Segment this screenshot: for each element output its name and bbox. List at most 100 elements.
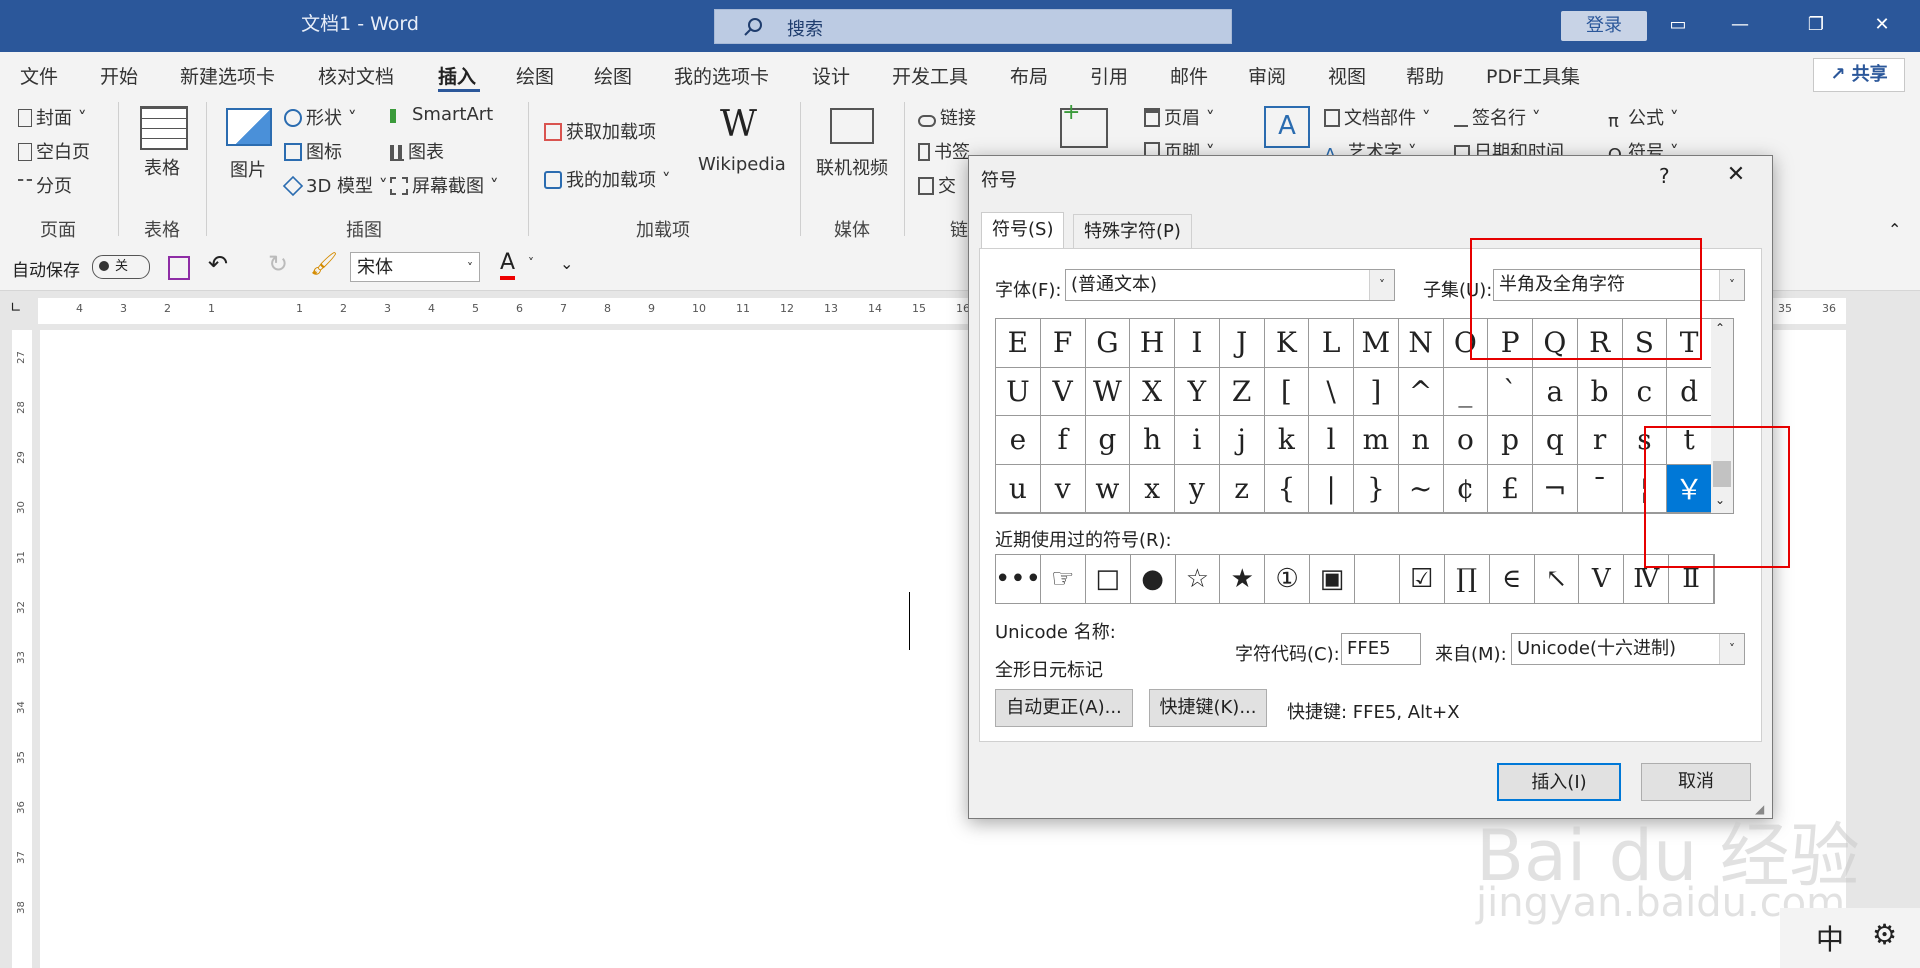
tab-draw-1[interactable]: 绘图 [516,62,554,89]
tab-references[interactable]: 引用 [1090,62,1128,89]
symbol-cell[interactable]: x [1130,464,1175,513]
symbol-cell[interactable]: { [1264,464,1310,513]
symbol-cell[interactable]: ¢ [1443,464,1489,513]
tab-design[interactable]: 设计 [812,62,850,89]
share-button[interactable]: ↗ 共享 [1813,58,1905,92]
icons-button[interactable]: 图标 [284,138,342,164]
wikipedia-icon[interactable]: W [720,104,757,145]
symbol-cell[interactable]: z [1219,464,1265,513]
symbol-cell[interactable]: V [1040,367,1086,416]
search-box[interactable]: 搜索 [714,9,1232,44]
symbol-cell[interactable]: i [1175,416,1220,465]
symbol-cell[interactable]: c [1622,367,1668,416]
close-dialog-icon[interactable]: ✕ [1721,162,1751,190]
shortcut-key-button[interactable]: 快捷键(K)... [1149,689,1267,727]
signature-button[interactable]: 签名行 ˅ [1454,104,1541,130]
symbol-cell[interactable]: ~ [1398,464,1444,513]
format-painter-icon[interactable]: 🖌 [310,252,338,277]
screenshot-button[interactable]: 屏幕截图 ˅ [390,172,499,198]
wikipedia-label[interactable]: Wikipedia [698,154,786,175]
symbol-cell[interactable]: Y [1175,367,1220,416]
tab-file[interactable]: 文件 [20,62,58,89]
close-window-icon[interactable]: ✕ [1864,10,1900,40]
symbol-cell[interactable]: f [1040,416,1086,465]
autosave-toggle[interactable]: 关 [92,255,150,279]
symbol-cell[interactable]: b [1577,367,1623,416]
login-button[interactable]: 登录 [1561,11,1647,41]
undo-icon[interactable]: ↶ [208,250,228,278]
font-color-icon[interactable]: A [500,250,516,280]
symbol-cell[interactable]: u [996,464,1041,513]
scroll-up-icon[interactable]: ⌃ [1715,321,1725,335]
symbol-cell[interactable]: ` [1488,367,1533,416]
symbol-cell[interactable]: J [1219,319,1265,368]
symbol-cell[interactable]: e [996,416,1041,465]
symbol-cell[interactable]: a [1533,367,1578,416]
settings-gear-icon[interactable]: ⚙ [1872,918,1897,951]
font-color-dropdown-icon[interactable]: ˅ [528,256,534,270]
symbol-cell[interactable]: j [1219,416,1265,465]
page-break-button[interactable]: 分页 [18,172,72,198]
symbol-cell[interactable]: } [1354,464,1399,513]
tab-selector[interactable]: ∟ [10,300,30,320]
symbol-cell[interactable]: p [1488,416,1533,465]
symbol-cell[interactable]: H [1130,319,1175,368]
recent-symbol-cell[interactable]: ☑ [1400,555,1445,603]
symbol-cell[interactable]: G [1085,319,1131,368]
font-name-select[interactable]: 宋体 ˅ [350,252,480,282]
smartart-button[interactable]: SmartArt [390,104,493,125]
tab-special-chars[interactable]: 特殊字符(P) [1073,214,1192,250]
header-button[interactable]: 页眉 ˅ [1144,104,1215,130]
cover-button[interactable]: 封面 ˅ [18,104,87,130]
symbol-cell[interactable]: L [1309,319,1354,368]
model3d-button[interactable]: 3D 模型 ˅ [282,172,388,198]
recent-symbol-cell[interactable]: ① [1265,555,1311,603]
online-video-icon[interactable] [830,108,874,144]
recent-symbol-cell[interactable]: ↖ [1535,555,1580,603]
chart-button[interactable]: 图表 [390,138,444,164]
symbol-cell[interactable]: F [1040,319,1086,368]
symbol-cell[interactable]: K [1264,319,1310,368]
recent-symbol-cell[interactable]: ☆ [1176,555,1221,603]
symbol-cell[interactable]: E [996,319,1041,368]
recent-symbol-cell[interactable]: ••• [996,555,1041,603]
recent-symbol-cell[interactable]: □ [1086,555,1131,603]
ime-mode[interactable]: 中 [1816,918,1844,958]
recent-symbol-cell[interactable]: Ⅴ [1579,555,1625,603]
symbol-cell[interactable]: _ [1443,367,1489,416]
symbol-cell[interactable]: o [1443,416,1489,465]
recent-symbol-cell[interactable]: ● [1131,555,1176,603]
tab-home[interactable]: 开始 [100,62,138,89]
get-addins-button[interactable]: 获取加载项 [544,118,656,144]
tab-new[interactable]: 新建选项卡 [180,62,275,89]
symbol-cell[interactable]: w [1085,464,1131,513]
help-button[interactable]: ? [1659,164,1670,188]
symbol-cell[interactable]: v [1040,464,1086,513]
autocorrect-button[interactable]: 自动更正(A)... [995,689,1133,727]
quick-parts-button[interactable]: 文档部件 ˅ [1324,104,1431,130]
symbol-cell[interactable]: h [1130,416,1175,465]
tab-draw-2[interactable]: 绘图 [594,62,632,89]
from-select[interactable]: Unicode(十六进制) ˅ [1511,633,1745,665]
recent-symbol-cell[interactable] [1355,555,1400,603]
collapse-ribbon-icon[interactable]: ⌃ [1888,220,1901,239]
tab-review[interactable]: 审阅 [1248,62,1286,89]
tab-pdf[interactable]: PDF工具集 [1486,62,1580,89]
symbol-cell[interactable]: d [1667,367,1712,416]
picture-icon[interactable] [226,108,272,146]
tab-help[interactable]: 帮助 [1406,62,1444,89]
tab-developer[interactable]: 开发工具 [892,62,968,89]
tab-symbols[interactable]: 符号(S) [981,212,1065,250]
save-icon[interactable] [168,256,190,280]
redo-icon[interactable]: ↻ [268,250,288,278]
symbol-cell[interactable]: k [1264,416,1310,465]
crossref-button[interactable]: 交 [918,172,956,198]
customize-qat-icon[interactable]: ⌄ [560,254,573,273]
symbol-cell[interactable]: q [1533,416,1578,465]
cancel-button[interactable]: 取消 [1641,763,1751,801]
symbol-cell[interactable]: \ [1309,367,1354,416]
online-video-label[interactable]: 联机视频 [816,154,888,180]
tab-check[interactable]: 核对文档 [318,62,394,89]
recent-symbol-cell[interactable]: ∏ [1445,555,1490,603]
tab-mailings[interactable]: 邮件 [1170,62,1208,89]
